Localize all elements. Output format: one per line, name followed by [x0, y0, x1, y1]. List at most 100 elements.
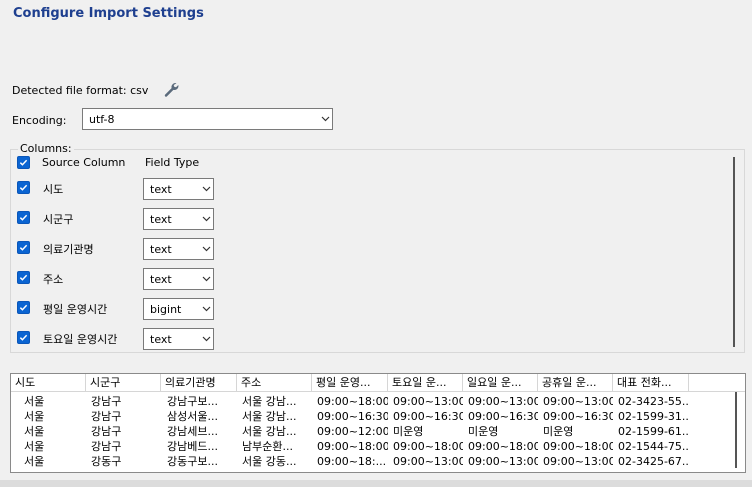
preview-column-header[interactable]: 대표 전화...	[613, 374, 689, 391]
field-type-select[interactable]: text	[143, 328, 214, 350]
bottom-bar	[0, 480, 752, 487]
detected-format-label: Detected file format: csv	[12, 83, 149, 97]
preview-scrollbar[interactable]	[735, 392, 737, 468]
field-type-value: text	[150, 332, 172, 346]
preview-table[interactable]: 시도 시군구 의료기관명 주소 평일 운영... 토요일 운... 일요일 운... 공휴일 …	[10, 373, 746, 473]
table-cell: 09:00~18:00	[393, 440, 463, 453]
table-cell: 서울	[24, 395, 45, 408]
table-cell: 강남구	[91, 395, 122, 408]
preview-column-header[interactable]: 의료기관명	[161, 374, 237, 391]
table-cell: 09:00~12:00	[317, 425, 388, 438]
field-type-value: text	[150, 212, 172, 226]
checkmark-icon	[19, 159, 28, 166]
table-cell: 서울 강남...	[242, 425, 297, 438]
table-cell: 강동구	[91, 455, 122, 468]
chevron-down-icon	[199, 329, 213, 349]
column-name: 토요일 운영시간	[43, 333, 118, 346]
table-cell: 09:00~16:30	[543, 410, 613, 423]
select-all-checkbox[interactable]	[17, 156, 30, 169]
table-cell: 09:00~18:00	[317, 395, 388, 408]
chevron-down-icon	[199, 209, 213, 229]
table-cell: 강남세브...	[167, 425, 218, 438]
checkmark-icon	[19, 184, 28, 191]
field-type-select[interactable]: text	[143, 208, 214, 230]
table-cell: 미운영	[543, 425, 574, 438]
columns-group-label: Columns:	[18, 142, 74, 155]
columns-group	[10, 149, 745, 353]
table-cell: 강남베드...	[167, 440, 218, 453]
columns-scrollbar[interactable]	[733, 157, 735, 347]
table-cell: 강남구	[91, 440, 122, 453]
chevron-down-icon	[199, 299, 213, 319]
field-type-select[interactable]: text	[143, 178, 214, 200]
chevron-down-icon	[199, 179, 213, 199]
checkmark-icon	[19, 244, 28, 251]
table-cell: 09:00~13:00	[468, 455, 538, 468]
source-column-header: Source Column	[42, 156, 126, 169]
preview-column-header[interactable]: 토요일 운...	[388, 374, 463, 391]
table-cell: 09:00~16:30	[317, 410, 388, 423]
checkmark-icon	[19, 334, 28, 341]
chevron-down-icon	[318, 109, 332, 129]
table-cell: 미운영	[468, 425, 499, 438]
table-cell: 서울	[24, 455, 45, 468]
table-cell: 09:00~13:00	[393, 455, 463, 468]
checkmark-icon	[19, 214, 28, 221]
column-checkbox[interactable]	[17, 331, 30, 344]
column-checkbox[interactable]	[17, 241, 30, 254]
field-type-select[interactable]: bigint	[143, 298, 214, 320]
table-cell: 09:00~18:00	[317, 440, 388, 453]
column-name: 시군구	[43, 213, 74, 226]
chevron-down-icon	[199, 269, 213, 289]
table-cell: 남부순환...	[242, 440, 293, 453]
field-type-select[interactable]: text	[143, 238, 214, 260]
table-cell: 강남구보...	[167, 395, 218, 408]
column-checkbox[interactable]	[17, 301, 30, 314]
preview-table-header: 시도 시군구 의료기관명 주소 평일 운영... 토요일 운... 일요일 운... 공휴일 …	[11, 374, 745, 392]
field-type-value: text	[150, 182, 172, 196]
table-cell: 09:00~18:00	[543, 440, 613, 453]
preview-column-header[interactable]: 일요일 운...	[463, 374, 538, 391]
column-checkbox[interactable]	[17, 271, 30, 284]
table-cell: 02-3425-67...	[618, 455, 689, 468]
field-type-value: text	[150, 242, 172, 256]
preview-column-header[interactable]: 시군구	[86, 374, 161, 391]
wrench-icon[interactable]	[162, 82, 180, 98]
checkmark-icon	[19, 304, 28, 311]
field-type-value: text	[150, 272, 172, 286]
table-cell: 강남구	[91, 410, 122, 423]
table-cell: 강동구보...	[167, 455, 218, 468]
table-cell: 02-1599-61...	[618, 425, 689, 438]
preview-column-header[interactable]: 평일 운영...	[312, 374, 388, 391]
encoding-label: Encoding:	[12, 114, 67, 127]
table-cell: 09:00~16:30	[468, 410, 538, 423]
table-cell: 09:00~13:00	[543, 395, 613, 408]
column-checkbox[interactable]	[17, 181, 30, 194]
table-cell: 09:00~13:00	[468, 395, 538, 408]
preview-column-header[interactable]: 공휴일 운...	[538, 374, 613, 391]
table-cell: 서울 강남...	[242, 410, 297, 423]
encoding-select[interactable]: utf-8	[82, 108, 333, 130]
table-cell: 09:00~18:00	[468, 440, 538, 453]
table-cell: 02-3423-55...	[618, 395, 689, 408]
preview-column-header[interactable]: 시도	[11, 374, 86, 391]
table-cell: 미운영	[393, 425, 424, 438]
table-cell: 서울	[24, 425, 45, 438]
column-name: 의료기관명	[43, 243, 94, 256]
column-name: 평일 운영시간	[43, 303, 108, 316]
preview-column-header[interactable]: 주소	[237, 374, 312, 391]
table-cell: 09:00~16:30	[393, 410, 463, 423]
field-type-value: bigint	[150, 302, 182, 316]
column-checkbox[interactable]	[17, 211, 30, 224]
field-type-select[interactable]: text	[143, 268, 214, 290]
table-cell: 02-1599-31...	[618, 410, 689, 423]
encoding-value: utf-8	[89, 112, 115, 126]
field-type-header: Field Type	[145, 156, 200, 169]
table-cell: 09:00~13:00	[543, 455, 613, 468]
chevron-down-icon	[199, 239, 213, 259]
table-cell: 삼성서울...	[167, 410, 218, 423]
table-cell: 서울	[24, 410, 45, 423]
table-cell: 02-1544-75...	[618, 440, 689, 453]
detected-format-row: Detected file format: csv	[12, 82, 180, 98]
table-cell: 서울 강남...	[242, 395, 297, 408]
